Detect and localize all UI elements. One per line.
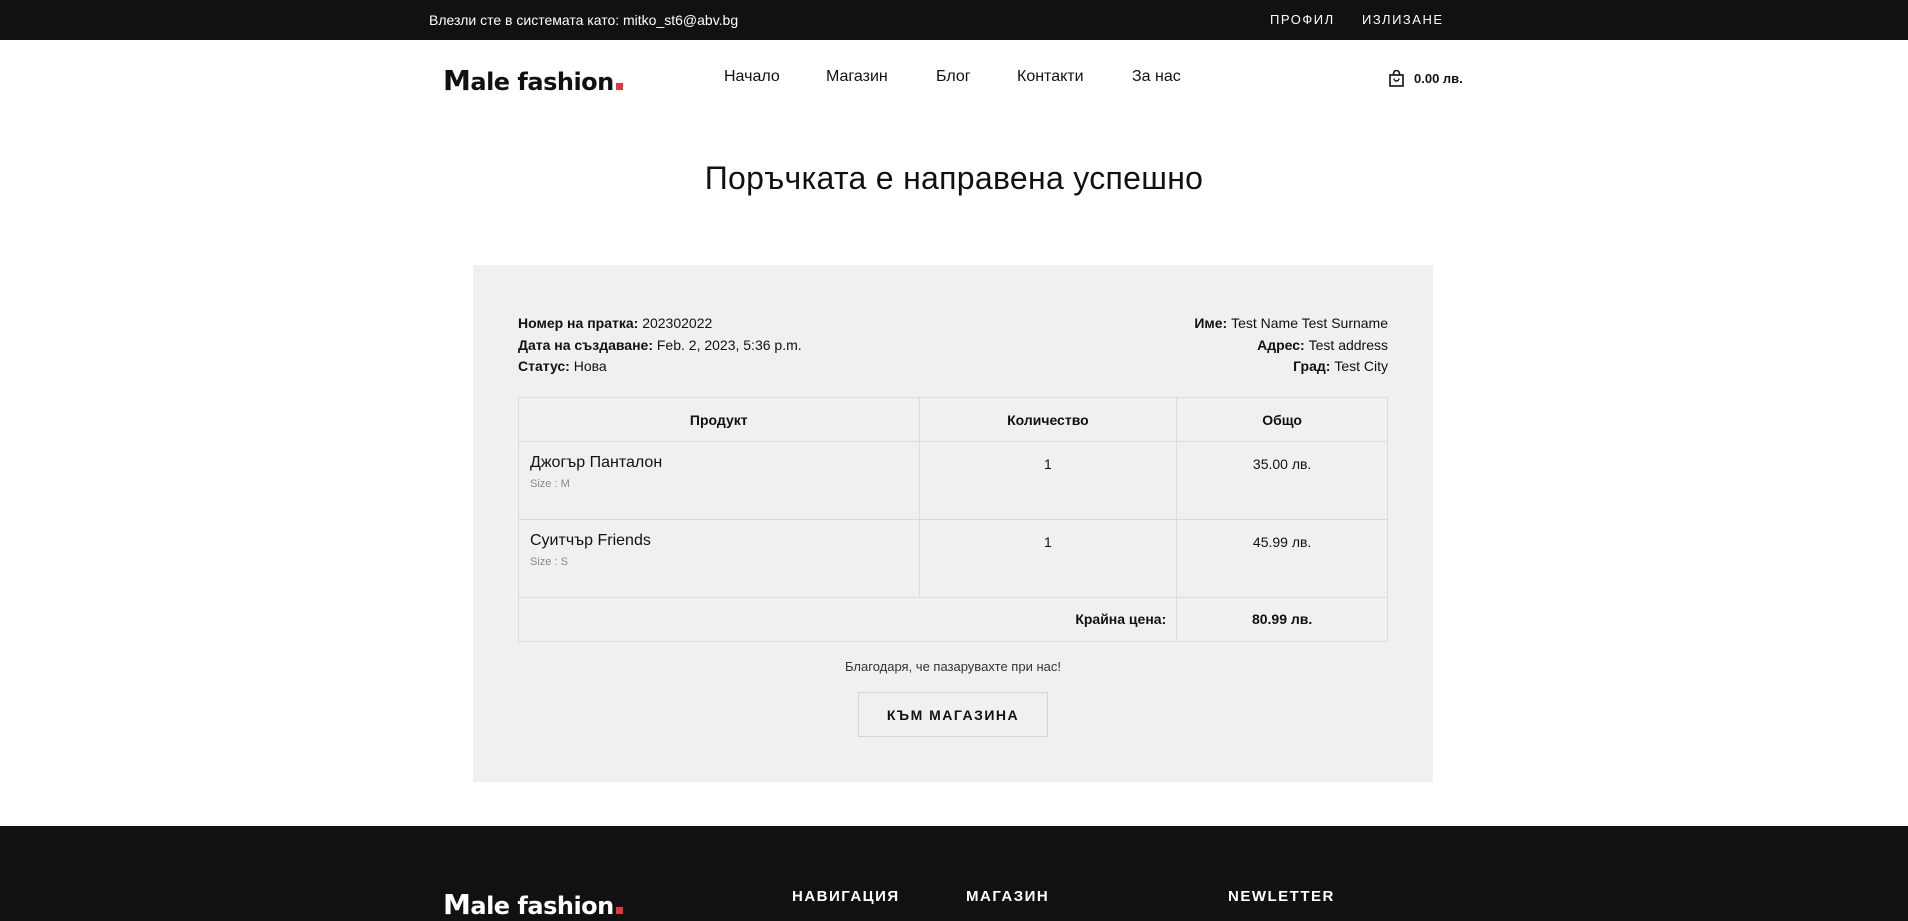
cart-total: 0.00 лв. [1414,71,1463,86]
footer-logo-text: ale fashion [470,892,614,920]
table-header-row: Продукт Количество Общо [518,397,1388,442]
customer-address-row: Адрес: Test address [1194,335,1388,357]
logo-initial: M [443,64,471,97]
customer-address-value: Test address [1308,336,1388,353]
customer-info: Име: Test Name Test Surname Адрес: Test … [1194,313,1388,378]
logo-dot [615,83,623,90]
customer-name-label: Име: [1194,315,1228,331]
column-header-quantity: Количество [918,397,1178,442]
order-number-row: Номер на пратка: 202302022 [518,313,802,335]
table-row: Суитчър Friends Size : S 1 45.99 лв. [518,519,1388,598]
page-title: Поръчката е направена успешно [704,160,1204,196]
final-price-value: 80.99 лв. [1176,597,1388,642]
footer-logo-initial: M [443,888,471,921]
shopping-bag-icon [1389,70,1404,87]
order-date-value: Feb. 2, 2023, 5:36 p.m. [656,336,802,353]
column-header-product: Продукт [518,397,920,442]
footer-logo[interactable]: Male fashion [443,888,623,921]
profile-link[interactable]: ПРОФИЛ [1270,12,1335,27]
footer-logo-dot [615,907,623,914]
back-to-shop-button[interactable]: КЪМ МАГАЗИНА [858,692,1048,737]
top-bar: Влезли сте в системата като: mitko_st6@a… [0,0,1908,40]
product-size: Size : M [530,478,570,490]
login-status-text: Влезли сте в системата като: mitko_st6@a… [429,12,739,28]
customer-address-label: Адрес: [1257,336,1305,353]
customer-name-value: Test Name Test Surname [1231,315,1388,331]
table-row: Джогър Панталон Size : M 1 35.00 лв. [518,441,1388,520]
final-price-label: Крайна цена: [517,597,1178,642]
site-footer: Male fashion НАВИГАЦИЯ МАГАЗИН NEWLETTER [0,826,1908,921]
site-header: Male fashion Начало Магазин Блог Контакт… [0,40,1908,120]
line-total-cell: 35.00 лв. [1176,441,1388,520]
order-summary-panel: Номер на пратка: 202302022 Дата на създа… [473,265,1433,782]
table-summary-row: Крайна цена: 80.99 лв. [517,597,1388,642]
column-header-total: Общо [1176,397,1388,442]
logo-text: ale fashion [470,68,614,96]
order-status-row: Статус: Нова [518,356,802,378]
product-size: Size : S [530,556,568,568]
nav-blog[interactable]: Блог [936,68,971,86]
order-date-row: Дата на създаване: Feb. 2, 2023, 5:36 p.… [518,335,802,357]
customer-city-label: Град: [1293,358,1331,374]
customer-city-row: Град: Test City [1194,356,1388,378]
line-total-cell: 45.99 лв. [1176,519,1388,598]
nav-contacts[interactable]: Контакти [1017,68,1084,86]
cart-button[interactable]: 0.00 лв. [1389,70,1463,87]
site-logo[interactable]: Male fashion [443,64,623,97]
footer-heading-navigation: НАВИГАЦИЯ [792,888,900,905]
nav-about[interactable]: За нас [1132,68,1181,86]
order-info: Номер на пратка: 202302022 Дата на създа… [518,313,802,378]
order-date-label: Дата на създаване: [518,336,653,353]
order-status-label: Статус: [518,358,570,374]
order-status-value: Нова [573,358,607,374]
order-number-value: 202302022 [642,315,713,331]
order-number-label: Номер на пратка: [518,315,639,331]
product-name: Джогър Панталон [530,454,663,471]
product-name: Суитчър Friends [530,532,651,549]
customer-name-row: Име: Test Name Test Surname [1194,313,1388,335]
footer-heading-shop: МАГАЗИН [966,888,1050,905]
nav-shop[interactable]: Магазин [826,68,888,86]
footer-heading-newsletter: NEWLETTER [1228,888,1335,905]
logout-link[interactable]: ИЗЛИЗАНЕ [1362,12,1444,27]
nav-home[interactable]: Начало [724,68,780,86]
product-cell: Суитчър Friends Size : S [518,519,920,598]
order-items-table: Продукт Количество Общо Джогър Панталон … [517,397,1388,642]
thank-you-message: Благодаря, че пазарувахте при нас! [845,659,1061,674]
quantity-cell: 1 [918,441,1178,520]
product-cell: Джогър Панталон Size : M [518,441,920,520]
customer-city-value: Test City [1334,358,1388,374]
quantity-cell: 1 [918,519,1178,598]
